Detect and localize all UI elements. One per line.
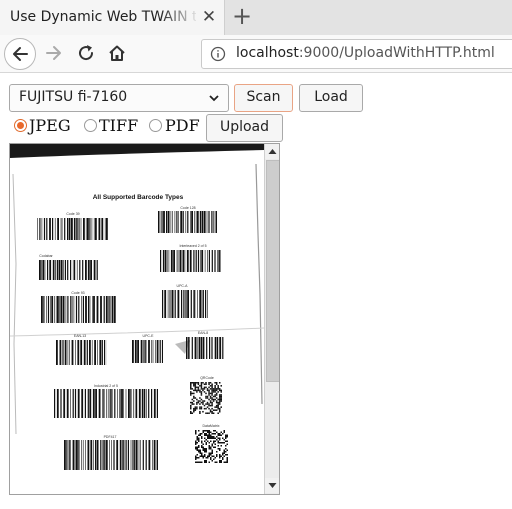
label-code128: Code 128 xyxy=(180,206,195,210)
url-text: localhost:9000/UploadWithHTTP.html xyxy=(236,45,495,61)
triangle-down-icon xyxy=(268,483,277,488)
address-bar[interactable]: localhost:9000/UploadWithHTTP.html xyxy=(201,39,512,69)
home-icon[interactable] xyxy=(103,39,131,67)
scan-title: All Supported Barcode Types xyxy=(93,194,184,201)
label-ean13: EAN-13 xyxy=(74,334,86,338)
barcode-code93 xyxy=(41,296,116,323)
new-tab-icon[interactable]: + xyxy=(230,4,254,30)
scrollbar-thumb[interactable] xyxy=(266,160,279,382)
label-upca: UPC-A xyxy=(177,284,189,288)
tab-strip: Use Dynamic Web TWAIN to ✕ + xyxy=(0,0,512,35)
vertical-scrollbar[interactable] xyxy=(264,144,279,494)
barcode-interleaved xyxy=(160,250,221,272)
url-path: :9000/UploadWithHTTP.html xyxy=(298,45,495,61)
url-host: localhost xyxy=(236,45,299,61)
image-viewer[interactable]: All Supported Barcode Types Code 39 Code… xyxy=(9,143,280,495)
back-arrow-icon xyxy=(13,47,28,61)
scanned-document: All Supported Barcode Types Code 39 Code… xyxy=(10,144,264,494)
label-code93: Code 93 xyxy=(71,291,84,295)
label-code39: Code 39 xyxy=(66,212,79,216)
scroll-down-button[interactable] xyxy=(265,478,279,493)
label-datamatrix: DataMatrix xyxy=(203,424,220,428)
radio-jpeg[interactable] xyxy=(14,119,27,132)
forward-arrow-icon[interactable] xyxy=(40,39,68,67)
label-ean8: EAN-8 xyxy=(198,331,208,335)
radio-pdf[interactable] xyxy=(149,119,162,132)
radio-tiff[interactable] xyxy=(84,119,97,132)
scan-button[interactable]: Scan xyxy=(234,84,293,112)
label-industrial: Industrial 2 of 5 xyxy=(94,384,118,388)
active-tab[interactable]: Use Dynamic Web TWAIN to ✕ xyxy=(0,0,225,35)
chevron-down-icon xyxy=(209,95,219,102)
radio-jpeg-label: JPEG xyxy=(29,116,71,135)
scanner-select[interactable]: FUJITSU fi-7160 xyxy=(9,84,229,112)
radio-tiff-label: TIFF xyxy=(99,116,139,135)
reload-icon[interactable] xyxy=(72,39,100,67)
label-upce: UPC-E xyxy=(143,334,155,338)
radio-pdf-label: PDF xyxy=(165,116,200,135)
label-codabar: Codabar xyxy=(39,254,53,258)
label-qrcode: QRCode xyxy=(200,376,214,380)
load-button[interactable]: Load xyxy=(299,84,363,112)
back-button[interactable] xyxy=(4,38,36,70)
label-pdf417: PDF417 xyxy=(104,435,117,439)
label-interleaved: Interleaved 2 of 5 xyxy=(179,244,206,248)
triangle-up-icon xyxy=(268,149,277,154)
close-tab-icon[interactable]: ✕ xyxy=(199,6,219,28)
scroll-up-button[interactable] xyxy=(265,144,279,159)
scanner-select-value: FUJITSU fi-7160 xyxy=(19,89,128,105)
upload-button[interactable]: Upload xyxy=(206,114,283,142)
info-icon[interactable] xyxy=(210,46,226,62)
navigation-bar: localhost:9000/UploadWithHTTP.html xyxy=(0,35,512,73)
